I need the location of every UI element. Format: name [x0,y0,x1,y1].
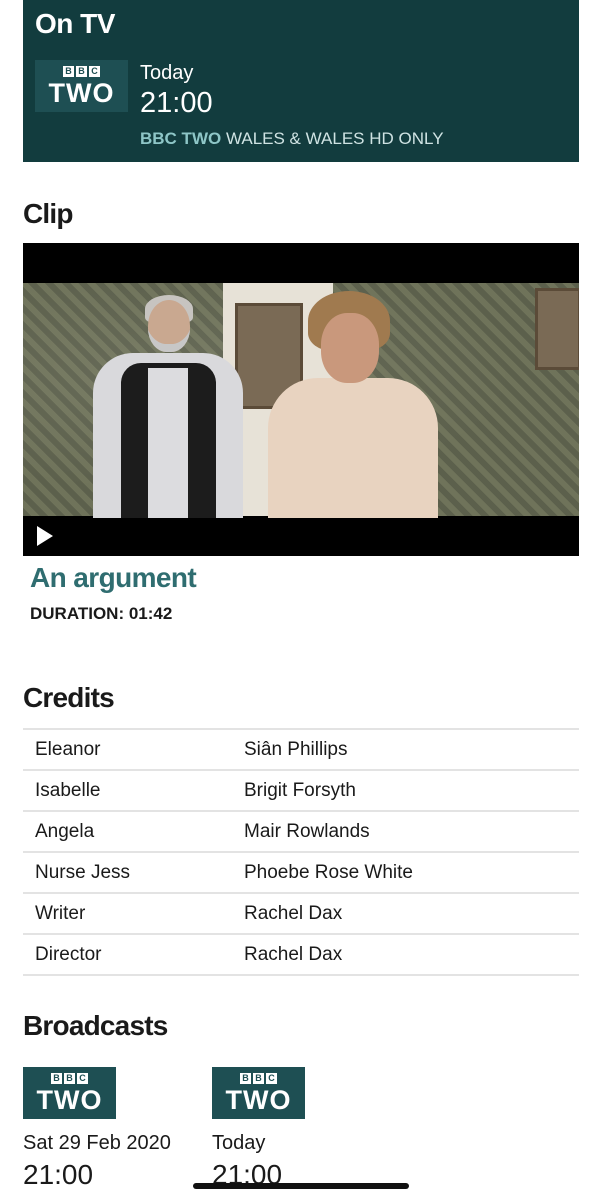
table-row: Eleanor Siân Phillips [23,728,579,770]
table-row: Nurse Jess Phoebe Rose White [23,851,579,893]
credit-role: Isabelle [23,769,232,811]
credit-name: Rachel Dax [232,933,579,976]
on-tv-day: Today [140,62,194,84]
table-row: Angela Mair Rowlands [23,810,579,852]
credit-name: Mair Rowlands [232,810,579,852]
bbc-two-wordmark: TWO [48,77,115,108]
table-row: Director Rachel Dax [23,933,579,976]
video-player[interactable] [23,243,579,556]
broadcast-item[interactable]: B B C TWO Sat 29 Feb 2020 21:00 [23,1067,171,1191]
clip-heading: Clip [23,198,73,229]
figure-right [268,378,438,518]
bbc-two-wordmark: TWO [36,1084,103,1115]
bbc-two-logo: B B C TWO [212,1067,305,1119]
credit-role: Eleanor [23,728,232,770]
broadcasts-heading: Broadcasts [23,1010,168,1041]
credit-name: Siân Phillips [232,728,579,770]
credits-table: Eleanor Siân Phillips Isabelle Brigit Fo… [23,728,579,976]
clip-title[interactable]: An argument [30,562,197,594]
bbc-two-logo: B B C TWO [35,60,128,112]
table-row: Writer Rachel Dax [23,892,579,934]
broadcast-item[interactable]: B B C TWO Today 21:00 [212,1067,305,1191]
credit-role: Nurse Jess [23,851,232,893]
video-frame[interactable] [23,283,579,518]
broadcast-time: 21:00 [23,1159,94,1190]
on-tv-time: 21:00 [140,87,213,119]
credits-heading: Credits [23,682,115,713]
credit-name: Phoebe Rose White [232,851,579,893]
home-indicator[interactable] [193,1183,409,1189]
play-button[interactable] [23,516,65,556]
bbc-blocks: B B C [240,1072,277,1084]
broadcast-date: Sat 29 Feb 2020 [23,1132,171,1154]
table-row: Isabelle Brigit Forsyth [23,769,579,811]
on-tv-channel: BBC TWO WALES & WALES HD ONLY [140,129,444,149]
credit-name: Brigit Forsyth [232,769,579,811]
bbc-blocks: B B C [51,1072,88,1084]
credit-role: Angela [23,810,232,852]
play-icon[interactable] [37,526,53,546]
credit-role: Writer [23,892,232,934]
bbc-two-wordmark: TWO [225,1084,292,1115]
on-tv-heading: On TV [35,8,115,39]
bbc-two-logo: B B C TWO [23,1067,116,1119]
credit-name: Rachel Dax [232,892,579,934]
credit-role: Director [23,933,232,976]
bbc-blocks: B B C [63,65,100,77]
clip-duration: DURATION: 01:42 [30,604,173,623]
channel-region: WALES & WALES HD ONLY [225,129,444,148]
broadcast-date: Today [212,1132,266,1154]
channel-name: BBC TWO [140,129,222,148]
on-tv-panel: On TV B B C TWO Today 21:00 BBC TWO WALE… [23,0,579,162]
